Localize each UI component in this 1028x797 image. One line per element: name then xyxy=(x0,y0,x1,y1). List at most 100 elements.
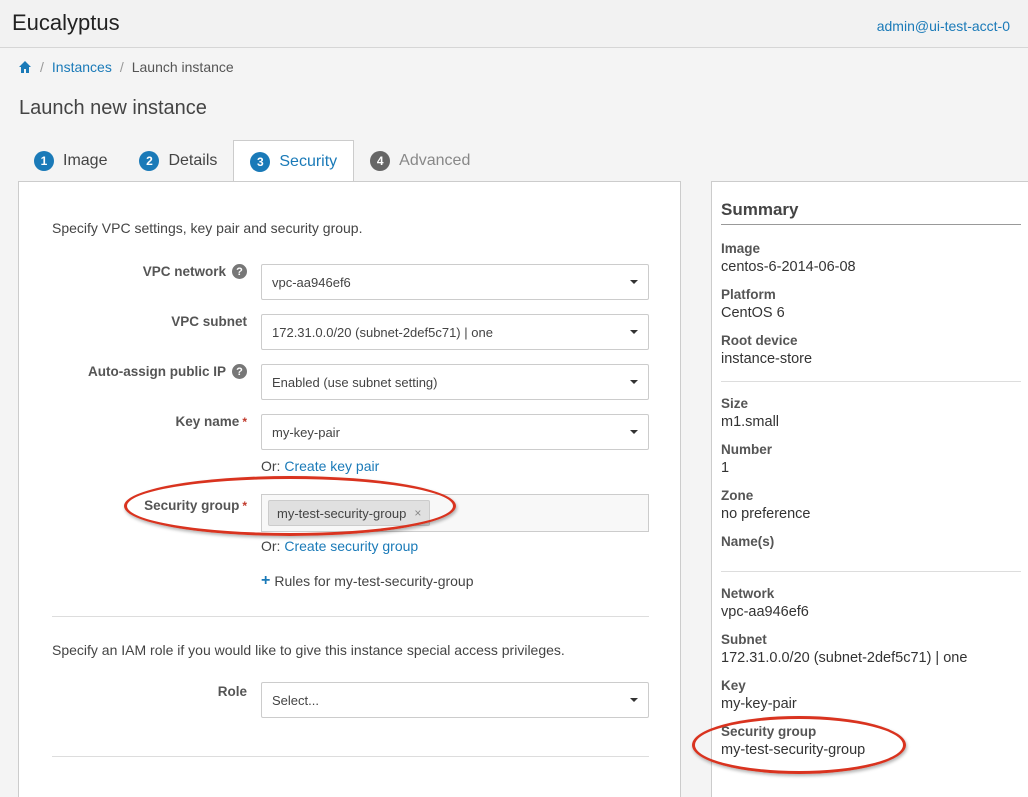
page-title: Launch new instance xyxy=(19,97,207,119)
summary-value: my-test-security-group xyxy=(721,742,866,758)
tab-image[interactable]: 1 Image xyxy=(18,140,123,182)
summary-network: Network vpc-aa946ef6 xyxy=(721,585,809,622)
summary-key-pair: Key my-key-pair xyxy=(721,677,797,714)
app-title: Eucalyptus xyxy=(12,10,120,35)
summary-security-group: Security group my-test-security-group xyxy=(721,723,865,760)
top-bar: Eucalyptus admin@ui-test-acct-0 xyxy=(0,0,1028,48)
breadcrumb-separator: / xyxy=(40,59,44,75)
security-group-tag: my-test-security-group × xyxy=(268,500,431,526)
step-number-badge: 1 xyxy=(34,151,54,171)
tab-advanced[interactable]: 4 Advanced xyxy=(354,140,486,182)
summary-divider xyxy=(721,381,1021,382)
tab-label: Advanced xyxy=(399,152,471,169)
section-divider xyxy=(52,756,649,757)
select-value: my-key-pair xyxy=(272,424,340,440)
help-icon[interactable]: ? xyxy=(232,264,247,279)
label-text: Auto-assign public IP xyxy=(87,364,226,379)
breadcrumb: / Instances / Launch instance xyxy=(18,59,234,75)
summary-key: Size xyxy=(721,396,749,411)
select-value: Select... xyxy=(272,692,319,708)
or-text: Or: xyxy=(261,458,281,474)
summary-subnet: Subnet 172.31.0.0/20 (subnet-2def5c71) |… xyxy=(721,631,967,668)
step-number-badge: 2 xyxy=(139,151,160,171)
summary-names: Name(s) xyxy=(721,533,774,551)
select-value: vpc-aa946ef6 xyxy=(272,274,351,290)
security-group-input[interactable]: my-test-security-group × xyxy=(261,494,649,532)
security-group-label: Security group * xyxy=(144,498,247,513)
home-icon[interactable] xyxy=(18,60,32,74)
tab-label: Details xyxy=(168,152,218,169)
summary-key: Key xyxy=(721,678,746,693)
or-text: Or: xyxy=(261,538,281,554)
caret-down-icon xyxy=(630,280,638,284)
summary-key: Root device xyxy=(721,333,798,348)
vpc-network-label: VPC network ? xyxy=(143,264,247,279)
summary-image: Image centos-6-2014-06-08 xyxy=(721,240,856,277)
select-value: Enabled (use subnet setting) xyxy=(272,374,438,390)
user-menu[interactable]: admin@ui-test-acct-0 xyxy=(877,18,1010,34)
summary-key: Platform xyxy=(721,287,776,302)
role-label: Role xyxy=(218,684,247,699)
required-marker: * xyxy=(242,414,247,429)
key-name-label: Key name * xyxy=(176,414,247,429)
key-name-select[interactable]: my-key-pair xyxy=(261,414,649,450)
breadcrumb-current: Launch instance xyxy=(131,59,234,75)
tab-details[interactable]: 2 Details xyxy=(123,140,233,182)
breadcrumb-instances-link[interactable]: Instances xyxy=(52,59,112,75)
plus-icon: + xyxy=(261,572,271,589)
create-key-pair-link[interactable]: Create key pair xyxy=(284,458,379,474)
summary-value: CentOS 6 xyxy=(721,305,785,321)
summary-divider xyxy=(721,571,1021,572)
summary-value: centos-6-2014-06-08 xyxy=(721,259,856,275)
caret-down-icon xyxy=(630,698,638,702)
vpc-network-select[interactable]: vpc-aa946ef6 xyxy=(261,264,649,300)
summary-value: no preference xyxy=(721,506,811,522)
caret-down-icon xyxy=(630,330,638,334)
summary-zone: Zone no preference xyxy=(721,487,810,524)
label-text: Security group xyxy=(144,498,240,513)
label-text: Role xyxy=(217,684,247,699)
tab-security[interactable]: 3 Security xyxy=(233,140,355,183)
caret-down-icon xyxy=(630,430,638,434)
summary-key: Image xyxy=(721,241,761,256)
required-marker: * xyxy=(242,498,247,513)
summary-value: 1 xyxy=(721,460,730,476)
role-select[interactable]: Select... xyxy=(261,682,649,718)
summary-title-rule xyxy=(721,224,1021,225)
step-number-badge: 3 xyxy=(250,152,271,172)
remove-tag-icon[interactable]: × xyxy=(414,506,421,520)
wizard-tabs: 1 Image 2 Details 3 Security 4 Advanced xyxy=(18,140,486,183)
summary-key: Security group xyxy=(721,724,817,739)
help-icon[interactable]: ? xyxy=(232,364,247,379)
summary-value: vpc-aa946ef6 xyxy=(721,604,809,620)
summary-panel: Summary Image centos-6-2014-06-08 Platfo… xyxy=(711,181,1028,797)
summary-number: Number 1 xyxy=(721,441,772,478)
tab-label: Image xyxy=(63,152,108,169)
label-text: VPC subnet xyxy=(171,314,247,329)
section-divider xyxy=(52,616,649,617)
breadcrumb-separator: / xyxy=(119,59,124,75)
summary-key: Subnet xyxy=(721,632,767,647)
summary-key: Number xyxy=(721,442,773,457)
summary-value: my-key-pair xyxy=(721,696,797,712)
summary-key: Zone xyxy=(721,488,754,503)
summary-size: Size m1.small xyxy=(721,395,779,432)
auto-assign-ip-select[interactable]: Enabled (use subnet setting) xyxy=(261,364,649,400)
security-group-rules-toggle[interactable]: + Rules for my-test-security-group xyxy=(261,572,474,590)
create-security-group-link[interactable]: Create security group xyxy=(284,538,418,554)
auto-assign-ip-label: Auto-assign public IP ? xyxy=(88,364,247,379)
vpc-subnet-label: VPC subnet xyxy=(171,314,247,329)
vpc-subnet-select[interactable]: 172.31.0.0/20 (subnet-2def5c71) | one xyxy=(261,314,649,350)
summary-platform: Platform CentOS 6 xyxy=(721,286,785,323)
summary-key: Name(s) xyxy=(721,534,775,549)
iam-intro-text: Specify an IAM role if you would like to… xyxy=(52,642,565,658)
summary-title: Summary xyxy=(721,200,799,219)
summary-root-device: Root device instance-store xyxy=(721,332,812,369)
label-text: Key name xyxy=(175,414,240,429)
tab-label: Security xyxy=(279,153,338,170)
create-security-group-line: Or: Create security group xyxy=(261,538,418,554)
rules-label: Rules for my-test-security-group xyxy=(274,573,474,589)
caret-down-icon xyxy=(630,380,638,384)
select-value: 172.31.0.0/20 (subnet-2def5c71) | one xyxy=(272,324,493,340)
summary-value: m1.small xyxy=(721,414,780,430)
